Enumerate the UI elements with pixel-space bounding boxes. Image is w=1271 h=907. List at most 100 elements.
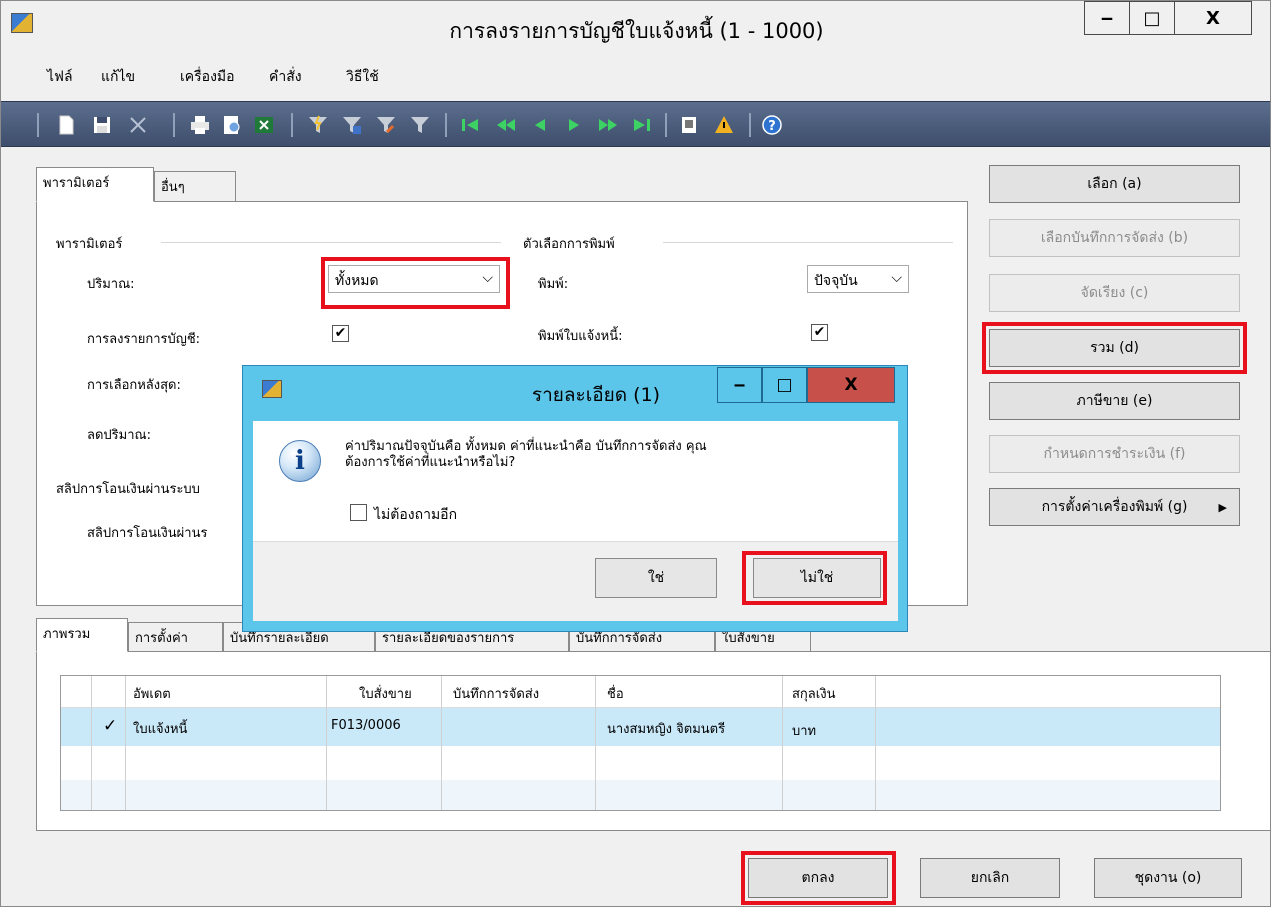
first-record-icon[interactable] (459, 114, 481, 136)
yes-button[interactable]: ใช่ (595, 558, 717, 598)
print-select[interactable]: ปัจจุบัน ⌵ (807, 265, 909, 293)
toolbar-separator (173, 113, 175, 137)
toolbar-separator (445, 113, 447, 137)
maximize-icon: □ (1143, 7, 1161, 29)
chevron-down-icon: ⌵ (891, 270, 902, 286)
dialog-maximize-button[interactable]: □ (762, 367, 807, 403)
tab-parameters[interactable]: พารามิเตอร์ (36, 167, 154, 202)
reduce-quantity-label: ลดปริมาณ: (87, 428, 151, 443)
menu-bar: ไฟล์ แก้ไข เครื่องมือ คำสั่ง วิธีใช้ (1, 57, 1270, 95)
minimize-button[interactable]: ‒ (1084, 1, 1130, 35)
toolbar-separator (291, 113, 293, 137)
posting-label: การลงรายการบัญชี: (87, 332, 201, 347)
save-icon[interactable] (91, 114, 113, 136)
export-excel-icon[interactable] (253, 114, 275, 136)
new-icon[interactable] (55, 114, 77, 136)
bank-slip-group-title: สลิปการโอนเงินผ่านระบบ (56, 482, 200, 497)
payment-schedule-button[interactable]: กำหนดการชำระเงิน (f) (989, 435, 1240, 473)
window-title: การลงรายการบัญชีใบแจ้งหนี้ (1 - 1000) (449, 19, 824, 43)
tab-overview[interactable]: ภาพรวม (36, 618, 128, 652)
grid-column-line (875, 676, 876, 810)
sales-tax-button[interactable]: ภาษีขาย (e) (989, 382, 1240, 420)
column-header-name[interactable]: ชื่อ (607, 683, 624, 704)
row-update-cell[interactable]: ใบแจ้งหนี้ (133, 718, 187, 739)
parameters-group-title: พารามิเตอร์ (56, 237, 123, 252)
dialog-message-line: ต้องการใช้ค่าที่แนะนำหรือไม่? (345, 455, 516, 470)
maximize-icon: □ (776, 375, 793, 395)
close-icon: X (1206, 7, 1220, 29)
svg-text:?: ? (768, 119, 776, 134)
cancel-button-label: ยกเลิก (970, 870, 1010, 886)
row-name-cell[interactable]: นางสมหญิง จิตมนตรี (607, 718, 725, 739)
next-page-icon[interactable] (597, 114, 619, 136)
menu-command[interactable]: คำสั่ง (269, 66, 302, 88)
menu-tools[interactable]: เครื่องมือ (180, 66, 235, 88)
print-invoice-checkbox[interactable]: ✔ (811, 324, 828, 341)
grid-column-line (91, 676, 92, 810)
invoice-grid: อัพเดต ใบสั่งขาย บันทึกการจัดส่ง ชื่อ สก… (60, 675, 1221, 811)
alerts-icon[interactable] (713, 114, 735, 136)
minimize-icon: ‒ (1100, 7, 1114, 29)
yes-button-label: ใช่ (647, 570, 665, 586)
quantity-label: ปริมาณ: (87, 277, 135, 292)
column-header-update[interactable]: อัพเดต (133, 683, 171, 704)
row-currency-cell[interactable]: บาท (792, 720, 816, 741)
attachments-icon[interactable] (679, 114, 701, 136)
grid-column-line (125, 676, 126, 810)
maximize-button[interactable]: □ (1129, 1, 1175, 35)
posting-checkbox[interactable]: ✔ (332, 325, 349, 342)
next-record-icon[interactable] (563, 114, 585, 136)
column-header-sales-order[interactable]: ใบสั่งขาย (359, 683, 412, 704)
grid-column-line (595, 676, 596, 810)
title-bar: การลงรายการบัญชีใบแจ้งหนี้ (1 - 1000) ‒ … (1, 1, 1270, 51)
menu-edit[interactable]: แก้ไข (101, 66, 135, 88)
main-window: การลงรายการบัญชีใบแจ้งหนี้ (1 - 1000) ‒ … (0, 0, 1271, 907)
print-options-group-title: ตัวเลือกการพิมพ์ (523, 237, 615, 252)
grid-header (61, 676, 1220, 708)
highlight-no (742, 551, 887, 605)
arrange-button-label: จัดเรียง (c) (1080, 285, 1149, 301)
tab-setup[interactable]: การตั้งค่า (128, 622, 223, 652)
table-row-empty[interactable] (61, 746, 1220, 780)
arrange-button[interactable]: จัดเรียง (c) (989, 274, 1240, 312)
column-header-currency[interactable]: สกุลเงิน (792, 683, 835, 704)
previous-page-icon[interactable] (495, 114, 517, 136)
batch-button[interactable]: ชุดงาน (o) (1094, 858, 1242, 898)
previous-record-icon[interactable] (529, 114, 551, 136)
dialog-message-line: ค่าปริมาณปัจจุบันคือ ทั้งหมด ค่าที่แนะนำ… (345, 439, 707, 454)
help-icon[interactable]: ? (761, 114, 783, 136)
select-button-label: เลือก (a) (1087, 176, 1142, 192)
late-selection-label: การเลือกหลังสุด: (87, 378, 181, 393)
highlight-ok (741, 851, 896, 905)
advanced-filter-icon[interactable] (375, 114, 397, 136)
grid-column-line (441, 676, 442, 810)
menu-file[interactable]: ไฟล์ (47, 66, 73, 88)
dialog-message: ค่าปริมาณปัจจุบันคือ ทั้งหมด ค่าที่แนะนำ… (345, 439, 707, 471)
dialog-minimize-button[interactable]: ‒ (717, 367, 762, 403)
menu-help[interactable]: วิธีใช้ (346, 66, 379, 88)
last-record-icon[interactable] (631, 114, 653, 136)
print-icon[interactable] (189, 114, 211, 136)
select-packing-slip-label: เลือกบันทึกการจัดส่ง (b) (1040, 230, 1189, 246)
tab-others[interactable]: อื่นๆ (154, 171, 236, 202)
row-sales-order-cell[interactable]: F013/0006 (331, 718, 401, 733)
toolbar-separator (37, 113, 39, 137)
printer-setup-button[interactable]: การตั้งค่าเครื่องพิมพ์ (g) ▶ (989, 488, 1240, 526)
filter-by-selection-icon[interactable] (307, 114, 329, 136)
highlight-summary (982, 322, 1247, 374)
select-button[interactable]: เลือก (a) (989, 165, 1240, 203)
minimize-icon: ‒ (733, 375, 746, 395)
dont-ask-checkbox[interactable] (350, 504, 367, 521)
dialog-close-button[interactable]: X (807, 367, 895, 403)
column-header-packing-slip[interactable]: บันทึกการจัดส่ง (453, 683, 539, 704)
select-packing-slip-button[interactable]: เลือกบันทึกการจัดส่ง (b) (989, 219, 1240, 257)
cancel-button[interactable]: ยกเลิก (920, 858, 1060, 898)
delete-icon[interactable] (127, 114, 149, 136)
close-button[interactable]: X (1174, 1, 1252, 35)
table-row-empty[interactable] (61, 780, 1220, 810)
remove-filter-icon[interactable] (409, 114, 431, 136)
bank-slip-label: สลิปการโอนเงินผ่านร (87, 526, 208, 541)
filter-by-field-icon[interactable] (341, 114, 363, 136)
print-preview-icon[interactable] (221, 114, 243, 136)
print-label: พิมพ์: (538, 277, 569, 292)
